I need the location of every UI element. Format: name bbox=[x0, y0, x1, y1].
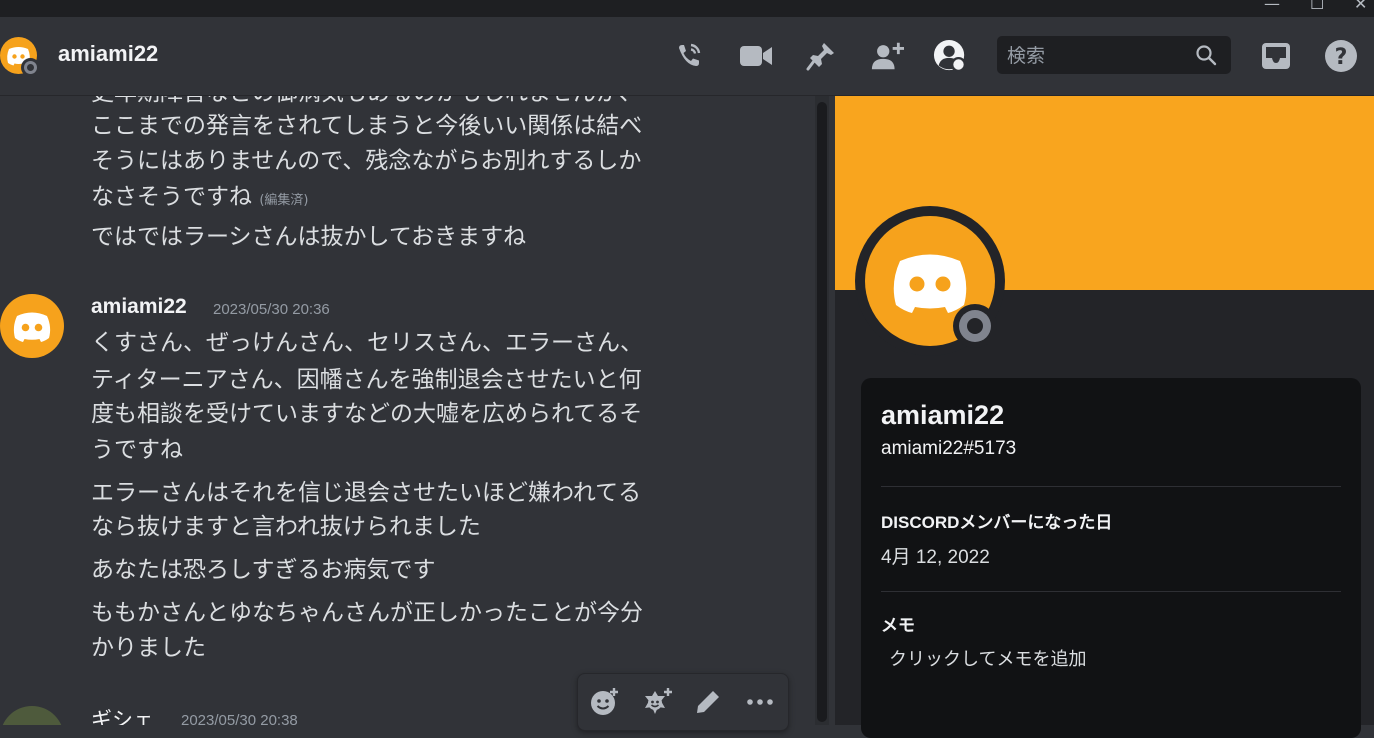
message-line: 度も相談を受けていますなどの大嘘を広められてるそ bbox=[91, 401, 643, 427]
more-options-button[interactable] bbox=[742, 684, 778, 720]
channel-name: amiami22 bbox=[58, 41, 159, 66]
user-profile-toggle[interactable] bbox=[933, 39, 967, 73]
note-input[interactable] bbox=[887, 648, 1291, 671]
message-author-avatar[interactable] bbox=[0, 706, 64, 725]
inbox-button[interactable] bbox=[1259, 39, 1293, 73]
message-line: くすさん、ぜっけんさん、セリスさん、エラーさん、 bbox=[91, 330, 643, 356]
message-line-clipped: 更年期障害などの御病気もあるのかもしれませんが、 bbox=[91, 96, 642, 110]
message-line: なら抜けますと言われ抜けられました bbox=[91, 514, 481, 540]
svg-text:?: ? bbox=[1335, 45, 1348, 70]
channel-header: amiami22 検索 ? bbox=[0, 17, 1374, 96]
message-line: エラーさんはそれを信じ退会させたいほど嫌われてる bbox=[91, 480, 642, 506]
profile-display-name: amiami22 bbox=[881, 400, 1005, 430]
search-icon bbox=[1196, 45, 1217, 66]
window-titlebar: — ☐ ✕ bbox=[0, 0, 1374, 17]
video-camera-icon bbox=[740, 46, 772, 66]
profile-info-card: amiami22 amiami22#5173 DISCORDメンバーになった日 … bbox=[861, 378, 1361, 738]
message-line: ここまでの発言をされてしまうと今後いい関係は結べ bbox=[91, 113, 643, 139]
profile-username-tag[interactable]: amiami22#5173 bbox=[881, 438, 1016, 460]
close-button[interactable]: ✕ bbox=[1354, 0, 1367, 13]
message-line: そうにはありませんので、残念ながらお別れするしか bbox=[91, 148, 642, 174]
message-author[interactable]: amiami22 bbox=[91, 295, 187, 319]
profile-status-indicator bbox=[953, 304, 997, 348]
message-text: なさそうですね bbox=[91, 184, 252, 210]
divider bbox=[881, 486, 1341, 487]
message-actions-toolbar bbox=[577, 673, 789, 731]
user-profile-icon bbox=[933, 39, 967, 73]
message-timestamp: 2023/05/30 20:38 bbox=[181, 712, 298, 725]
search-input[interactable] bbox=[1005, 40, 1199, 72]
chat-scrollbar[interactable] bbox=[815, 96, 829, 725]
message-author-avatar[interactable] bbox=[0, 294, 64, 358]
call-button[interactable] bbox=[672, 39, 706, 73]
message-author[interactable]: ギシェ bbox=[91, 704, 154, 725]
member-since-title: DISCORDメンバーになった日 bbox=[881, 513, 1113, 532]
maximize-button[interactable]: ☐ bbox=[1310, 0, 1324, 13]
video-call-button[interactable] bbox=[739, 39, 773, 73]
message-line: あなたは恐ろしすぎるお病気です bbox=[91, 557, 436, 583]
message-line: ではではラーシさんは抜かしておきますね bbox=[91, 224, 527, 250]
status-indicator bbox=[21, 58, 40, 77]
edited-label: (編集済) bbox=[259, 193, 309, 208]
message-timestamp: 2023/05/30 20:36 bbox=[213, 301, 330, 318]
profile-avatar-ring bbox=[855, 206, 1005, 356]
pinned-messages-button[interactable] bbox=[804, 39, 838, 73]
message-list[interactable]: 更年期障害などの御病気もあるのかもしれませんが、 ここまでの発言をされてしまうと… bbox=[0, 96, 815, 725]
edit-message-button[interactable] bbox=[690, 684, 726, 720]
pin-icon bbox=[806, 43, 834, 71]
scrollbar-thumb[interactable] bbox=[817, 102, 827, 722]
discord-logo-icon bbox=[13, 312, 51, 342]
message-line: うですね bbox=[91, 437, 183, 463]
phone-call-icon bbox=[679, 43, 701, 66]
add-reaction-icon bbox=[591, 688, 618, 715]
pencil-icon bbox=[697, 691, 719, 713]
add-super-reaction-button[interactable] bbox=[639, 684, 675, 720]
help-button[interactable]: ? bbox=[1324, 39, 1358, 73]
add-user-icon bbox=[871, 42, 904, 70]
minimize-button[interactable]: — bbox=[1264, 0, 1280, 13]
member-since-date: 4月 12, 2022 bbox=[881, 547, 990, 568]
user-profile-panel: amiami22 amiami22#5173 DISCORDメンバーになった日 … bbox=[835, 96, 1374, 738]
search-box[interactable] bbox=[997, 36, 1231, 74]
help-icon: ? bbox=[1325, 40, 1357, 72]
add-friend-button[interactable] bbox=[870, 39, 904, 73]
message-line: かりました bbox=[91, 635, 206, 661]
inbox-icon bbox=[1262, 43, 1290, 69]
more-dots-icon bbox=[747, 699, 773, 705]
message-line: ももかさんとゆなちゃんさんが正しかったことが今分 bbox=[91, 600, 643, 626]
add-reaction-button[interactable] bbox=[586, 684, 622, 720]
message-line: なさそうですね (編集済) bbox=[91, 180, 308, 218]
note-title: メモ bbox=[881, 616, 915, 635]
message-line: ティターニアさん、因幡さんを強制退会させたいと何 bbox=[91, 367, 642, 393]
super-reaction-icon bbox=[645, 688, 672, 714]
divider bbox=[881, 591, 1341, 592]
